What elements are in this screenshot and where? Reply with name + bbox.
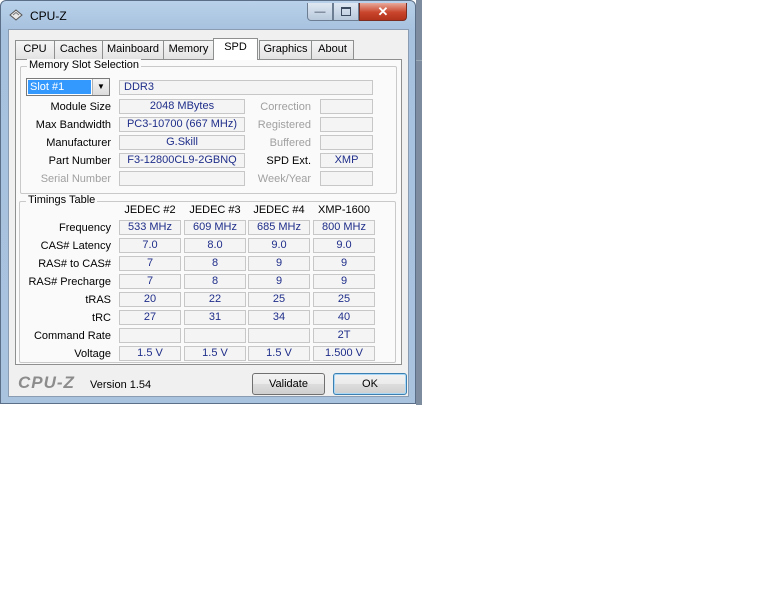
timing-cell: 9 (313, 274, 375, 289)
timing-row-label: tRAS (85, 294, 111, 306)
ok-button[interactable]: OK (333, 373, 407, 395)
serial-number-label: Serial Number (40, 173, 111, 185)
timing-cell (119, 328, 181, 343)
timing-cell: 609 MHz (184, 220, 246, 235)
tab-mainboard[interactable]: Mainboard (102, 40, 164, 59)
registered-field (320, 117, 373, 132)
timing-cell: 34 (248, 310, 310, 325)
col-xmp-1600: XMP-1600 (318, 204, 370, 216)
timing-cell: 8 (184, 274, 246, 289)
tab-spd[interactable]: SPD (213, 38, 258, 60)
maximize-icon (341, 7, 351, 16)
close-icon: ✕ (377, 3, 389, 19)
timing-cell: 25 (313, 292, 375, 307)
col-jedec-3: JEDEC #3 (189, 204, 241, 216)
timing-row-label: Voltage (74, 348, 111, 360)
week-year-field (320, 171, 373, 186)
registered-label: Registered (257, 119, 311, 131)
version-label: Version 1.54 (90, 379, 152, 391)
timing-cell: 9.0 (248, 238, 310, 253)
close-button[interactable]: ✕ (359, 3, 407, 21)
timing-row-label: RAS# Precharge (28, 276, 111, 288)
timing-cell: 40 (313, 310, 375, 325)
timing-cell: 685 MHz (248, 220, 310, 235)
background-fragment (416, 60, 422, 61)
timing-cell: 9.0 (313, 238, 375, 253)
timing-row-label: RAS# to CAS# (38, 258, 111, 270)
slot-select-value: Slot #1 (28, 80, 91, 94)
timing-row-label: Command Rate (33, 330, 111, 342)
timing-cell (184, 328, 246, 343)
manufacturer-label: Manufacturer (46, 137, 111, 149)
timing-cell: 8 (184, 256, 246, 271)
timing-cell: 533 MHz (119, 220, 181, 235)
part-number-field: F3-12800CL9-2GBNQ (119, 153, 245, 168)
timing-cell: 7 (119, 274, 181, 289)
timing-cell: 8.0 (184, 238, 246, 253)
part-number-label: Part Number (48, 155, 111, 167)
module-size-field: 2048 MBytes (119, 99, 245, 114)
chevron-down-icon[interactable]: ▼ (92, 79, 109, 95)
timing-cell: 1.500 V (313, 346, 375, 361)
validate-button[interactable]: Validate (252, 373, 325, 395)
timing-cell: 9 (248, 274, 310, 289)
tab-about[interactable]: About (311, 40, 354, 59)
timing-cell: 7.0 (119, 238, 181, 253)
timing-cell: 9 (248, 256, 310, 271)
timing-row-label: CAS# Latency (40, 240, 111, 252)
timing-cell (248, 328, 310, 343)
timing-cell: 2T (313, 328, 375, 343)
spd-ext-label: SPD Ext. (266, 155, 311, 167)
tab-cpu[interactable]: CPU (15, 40, 55, 59)
title-bar[interactable]: CPU-Z — ✕ (1, 1, 415, 29)
slot-select[interactable]: Slot #1 ▼ (26, 78, 110, 96)
memory-slot-group-title: Memory Slot Selection (27, 59, 142, 71)
client-area: CPU Caches Mainboard Memory SPD Graphics… (8, 29, 409, 397)
maximize-button[interactable] (333, 3, 359, 21)
manufacturer-field: G.Skill (119, 135, 245, 150)
timing-cell: 27 (119, 310, 181, 325)
tab-graphics[interactable]: Graphics (259, 40, 312, 59)
serial-number-field (119, 171, 245, 186)
col-jedec-4: JEDEC #4 (253, 204, 305, 216)
buffered-field (320, 135, 373, 150)
cpuz-window: CPU-Z — ✕ CPU Caches Mainboard Memory SP… (0, 0, 416, 404)
buffered-label: Buffered (269, 137, 311, 149)
timings-group-title: Timings Table (26, 194, 98, 206)
max-bandwidth-field: PC3-10700 (667 MHz) (119, 117, 245, 132)
minimize-icon: — (314, 5, 326, 18)
memory-type-field: DDR3 (119, 80, 373, 95)
timing-cell: 800 MHz (313, 220, 375, 235)
timing-cell: 1.5 V (248, 346, 310, 361)
timing-cell: 25 (248, 292, 310, 307)
correction-field (320, 99, 373, 114)
week-year-label: Week/Year (257, 173, 311, 185)
tab-memory[interactable]: Memory (163, 40, 214, 59)
spd-ext-field: XMP (320, 153, 373, 168)
max-bandwidth-label: Max Bandwidth (35, 119, 111, 131)
timing-cell: 1.5 V (119, 346, 181, 361)
window-title: CPU-Z (30, 9, 67, 23)
timing-cell: 7 (119, 256, 181, 271)
app-icon (9, 9, 23, 21)
timing-cell: 20 (119, 292, 181, 307)
timing-row-label: Frequency (59, 222, 111, 234)
correction-label: Correction (260, 101, 311, 113)
cpuz-logo: CPU-Z (18, 373, 75, 392)
timing-row-label: tRC (92, 312, 111, 324)
tab-caches[interactable]: Caches (54, 40, 103, 59)
col-jedec-2: JEDEC #2 (124, 204, 176, 216)
timing-cell: 31 (184, 310, 246, 325)
timing-cell: 1.5 V (184, 346, 246, 361)
minimize-button[interactable]: — (307, 3, 333, 21)
module-size-label: Module Size (50, 101, 111, 113)
timing-cell: 9 (313, 256, 375, 271)
timing-cell: 22 (184, 292, 246, 307)
